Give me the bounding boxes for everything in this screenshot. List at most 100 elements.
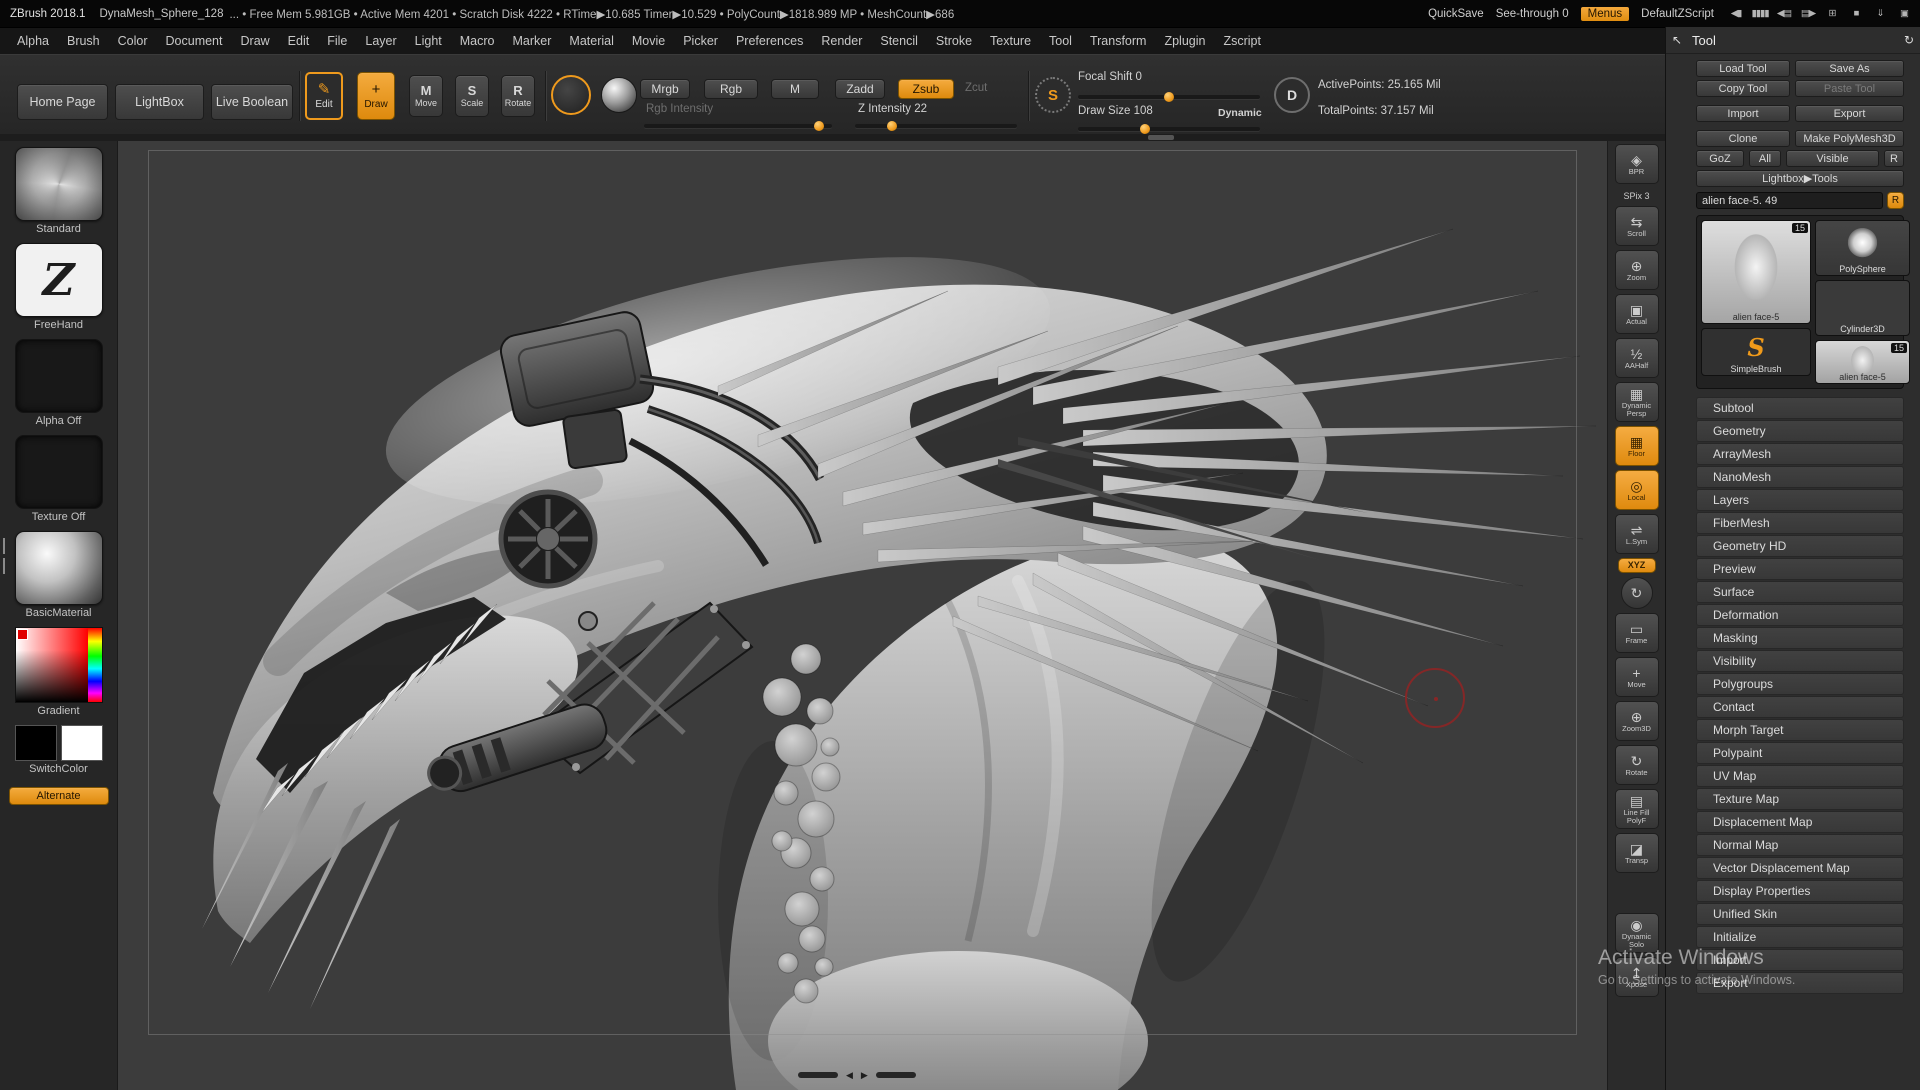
tool-section[interactable]: Geometry — [1696, 420, 1904, 442]
tool-section[interactable]: Export — [1696, 972, 1904, 994]
scroll-left-icon[interactable]: ◀ — [846, 1071, 853, 1079]
menu-item[interactable]: Document — [157, 34, 232, 48]
tool-section[interactable]: Normal Map — [1696, 834, 1904, 856]
scroll-right-icon[interactable]: ▶ — [861, 1071, 868, 1079]
menus-button[interactable]: Menus — [1581, 7, 1630, 21]
draw-button[interactable]: + Draw — [357, 72, 395, 120]
menu-item[interactable]: Movie — [623, 34, 674, 48]
rgb-intensity-slider[interactable] — [644, 124, 832, 128]
hue-strip[interactable] — [88, 628, 102, 702]
polysphere-thumb[interactable]: PolySphere — [1815, 220, 1910, 276]
zoom3d-button[interactable]: ⊕ Zoom3D — [1615, 701, 1659, 741]
z-intensity-slider[interactable] — [855, 124, 1017, 128]
current-tool-name[interactable]: alien face-5. 49 — [1696, 192, 1883, 209]
dock-right-icon[interactable]: ▤▶ — [1798, 5, 1818, 23]
m-button[interactable]: M — [771, 79, 819, 99]
draw-size-slider[interactable] — [1078, 127, 1260, 131]
dynamic-solo-button[interactable]: ◉ Dynamic Solo — [1615, 913, 1659, 953]
tool-section[interactable]: FiberMesh — [1696, 512, 1904, 534]
tool-section[interactable]: Vector Displacement Map — [1696, 857, 1904, 879]
alpha-selector[interactable] — [15, 339, 103, 413]
goz-visible-button[interactable]: Visible — [1786, 150, 1879, 167]
current-brush-icon[interactable] — [551, 75, 591, 115]
tool-section[interactable]: UV Map — [1696, 765, 1904, 787]
brush-selector[interactable] — [15, 147, 103, 221]
move-button[interactable]: M Move — [409, 75, 443, 117]
spix-slider[interactable]: SPix 3 — [1615, 189, 1659, 203]
tool-section[interactable]: Surface — [1696, 581, 1904, 603]
dynamic-label[interactable]: Dynamic — [1218, 107, 1262, 119]
tool-section[interactable]: Morph Target — [1696, 719, 1904, 741]
make-polymesh3d-button[interactable]: Make PolyMesh3D — [1795, 130, 1904, 147]
scroll-left-icon[interactable]: ◀▮ — [1726, 5, 1746, 23]
transp-button[interactable]: ◪ Transp — [1615, 833, 1659, 873]
move-3d-button[interactable]: + Move — [1615, 657, 1659, 697]
stroke-selector[interactable]: Z — [15, 243, 103, 317]
menu-item[interactable]: Macro — [451, 34, 504, 48]
load-tool-button[interactable]: Load Tool — [1696, 60, 1790, 77]
menu-item[interactable]: Zplugin — [1155, 34, 1214, 48]
secondary-color-swatch[interactable] — [61, 725, 103, 761]
tool-section[interactable]: Visibility — [1696, 650, 1904, 672]
menu-item[interactable]: Stroke — [927, 34, 981, 48]
color-picker[interactable] — [15, 627, 103, 703]
lock-icon[interactable]: ■ — [1846, 5, 1866, 23]
goz-r-button[interactable]: R — [1884, 150, 1904, 167]
floor-button[interactable]: ▦ Floor — [1615, 426, 1659, 466]
menu-item[interactable]: Marker — [504, 34, 561, 48]
rotate-3d-button[interactable]: ↻ Rotate — [1615, 745, 1659, 785]
switch-color-widget[interactable] — [15, 725, 103, 761]
mrgb-button[interactable]: Mrgb — [640, 79, 690, 99]
clone-button[interactable]: Clone — [1696, 130, 1790, 147]
paste-tool-button[interactable]: Paste Tool — [1795, 80, 1904, 97]
edit-button[interactable]: ✎ Edit — [305, 72, 343, 120]
rgb-intensity-knob[interactable] — [814, 121, 824, 131]
menu-item[interactable]: Draw — [232, 34, 279, 48]
menu-item[interactable]: Preferences — [727, 34, 812, 48]
spin-button[interactable]: ↻ — [1621, 577, 1653, 609]
material-selector[interactable] — [15, 531, 103, 605]
panel-cursor-icon[interactable]: ↖ — [1666, 33, 1688, 47]
dock-left-icon[interactable]: ◀▤ — [1774, 5, 1794, 23]
canvas-scroll-widget[interactable]: ◀ ▶ — [798, 1071, 916, 1079]
focal-shift-knob[interactable] — [1164, 92, 1174, 102]
current-stroke-icon[interactable] — [601, 77, 637, 113]
tool-section[interactable]: Geometry HD — [1696, 535, 1904, 557]
depth-mode-button[interactable]: D — [1274, 77, 1310, 113]
tool-section[interactable]: ArrayMesh — [1696, 443, 1904, 465]
menu-item[interactable]: Zscript — [1214, 34, 1270, 48]
zcut-button[interactable]: Zcut — [965, 82, 987, 94]
focal-shift-slider[interactable] — [1078, 95, 1260, 99]
menu-item[interactable]: Stencil — [871, 34, 927, 48]
save-as-button[interactable]: Save As — [1795, 60, 1904, 77]
tool-section[interactable]: Polypaint — [1696, 742, 1904, 764]
store-config-icon[interactable]: ⇓ — [1870, 5, 1890, 23]
tool-section[interactable]: Polygroups — [1696, 673, 1904, 695]
rgb-button[interactable]: Rgb — [704, 79, 758, 99]
panel-reset-icon[interactable]: ↻ — [1898, 33, 1920, 47]
actual-button[interactable]: ▣ Actual — [1615, 294, 1659, 334]
scroll-track-left[interactable] — [798, 1072, 838, 1078]
menu-item[interactable]: File — [318, 34, 356, 48]
quicksave-button[interactable]: QuickSave — [1428, 8, 1484, 20]
active-tool-thumb[interactable]: 15 alien face-5 — [1701, 220, 1811, 324]
palette-grid-icon[interactable]: ⊞ — [1822, 5, 1842, 23]
goz-all-button[interactable]: All — [1749, 150, 1781, 167]
scale-button[interactable]: S Scale — [455, 75, 489, 117]
shelf-resize-strip[interactable] — [0, 134, 1665, 141]
goz-button[interactable]: GoZ — [1696, 150, 1744, 167]
tray-divider-handle[interactable] — [0, 533, 7, 579]
menu-item[interactable]: Layer — [356, 34, 405, 48]
menu-item[interactable]: Color — [109, 34, 157, 48]
copy-tool-button[interactable]: Copy Tool — [1696, 80, 1790, 97]
menu-item[interactable]: Brush — [58, 34, 109, 48]
tool-section[interactable]: Texture Map — [1696, 788, 1904, 810]
simplebrush-thumb[interactable]: S SimpleBrush — [1701, 328, 1811, 376]
aahalf-button[interactable]: ½ AAHalf — [1615, 338, 1659, 378]
dynamic-persp-button[interactable]: ▦ Dynamic Persp — [1615, 382, 1659, 422]
xyz-button[interactable]: XYZ — [1618, 558, 1656, 573]
import-button[interactable]: Import — [1696, 105, 1790, 122]
zsub-button[interactable]: Zsub — [898, 79, 954, 99]
tool-section[interactable]: Unified Skin — [1696, 903, 1904, 925]
menu-item[interactable]: Transform — [1081, 34, 1156, 48]
